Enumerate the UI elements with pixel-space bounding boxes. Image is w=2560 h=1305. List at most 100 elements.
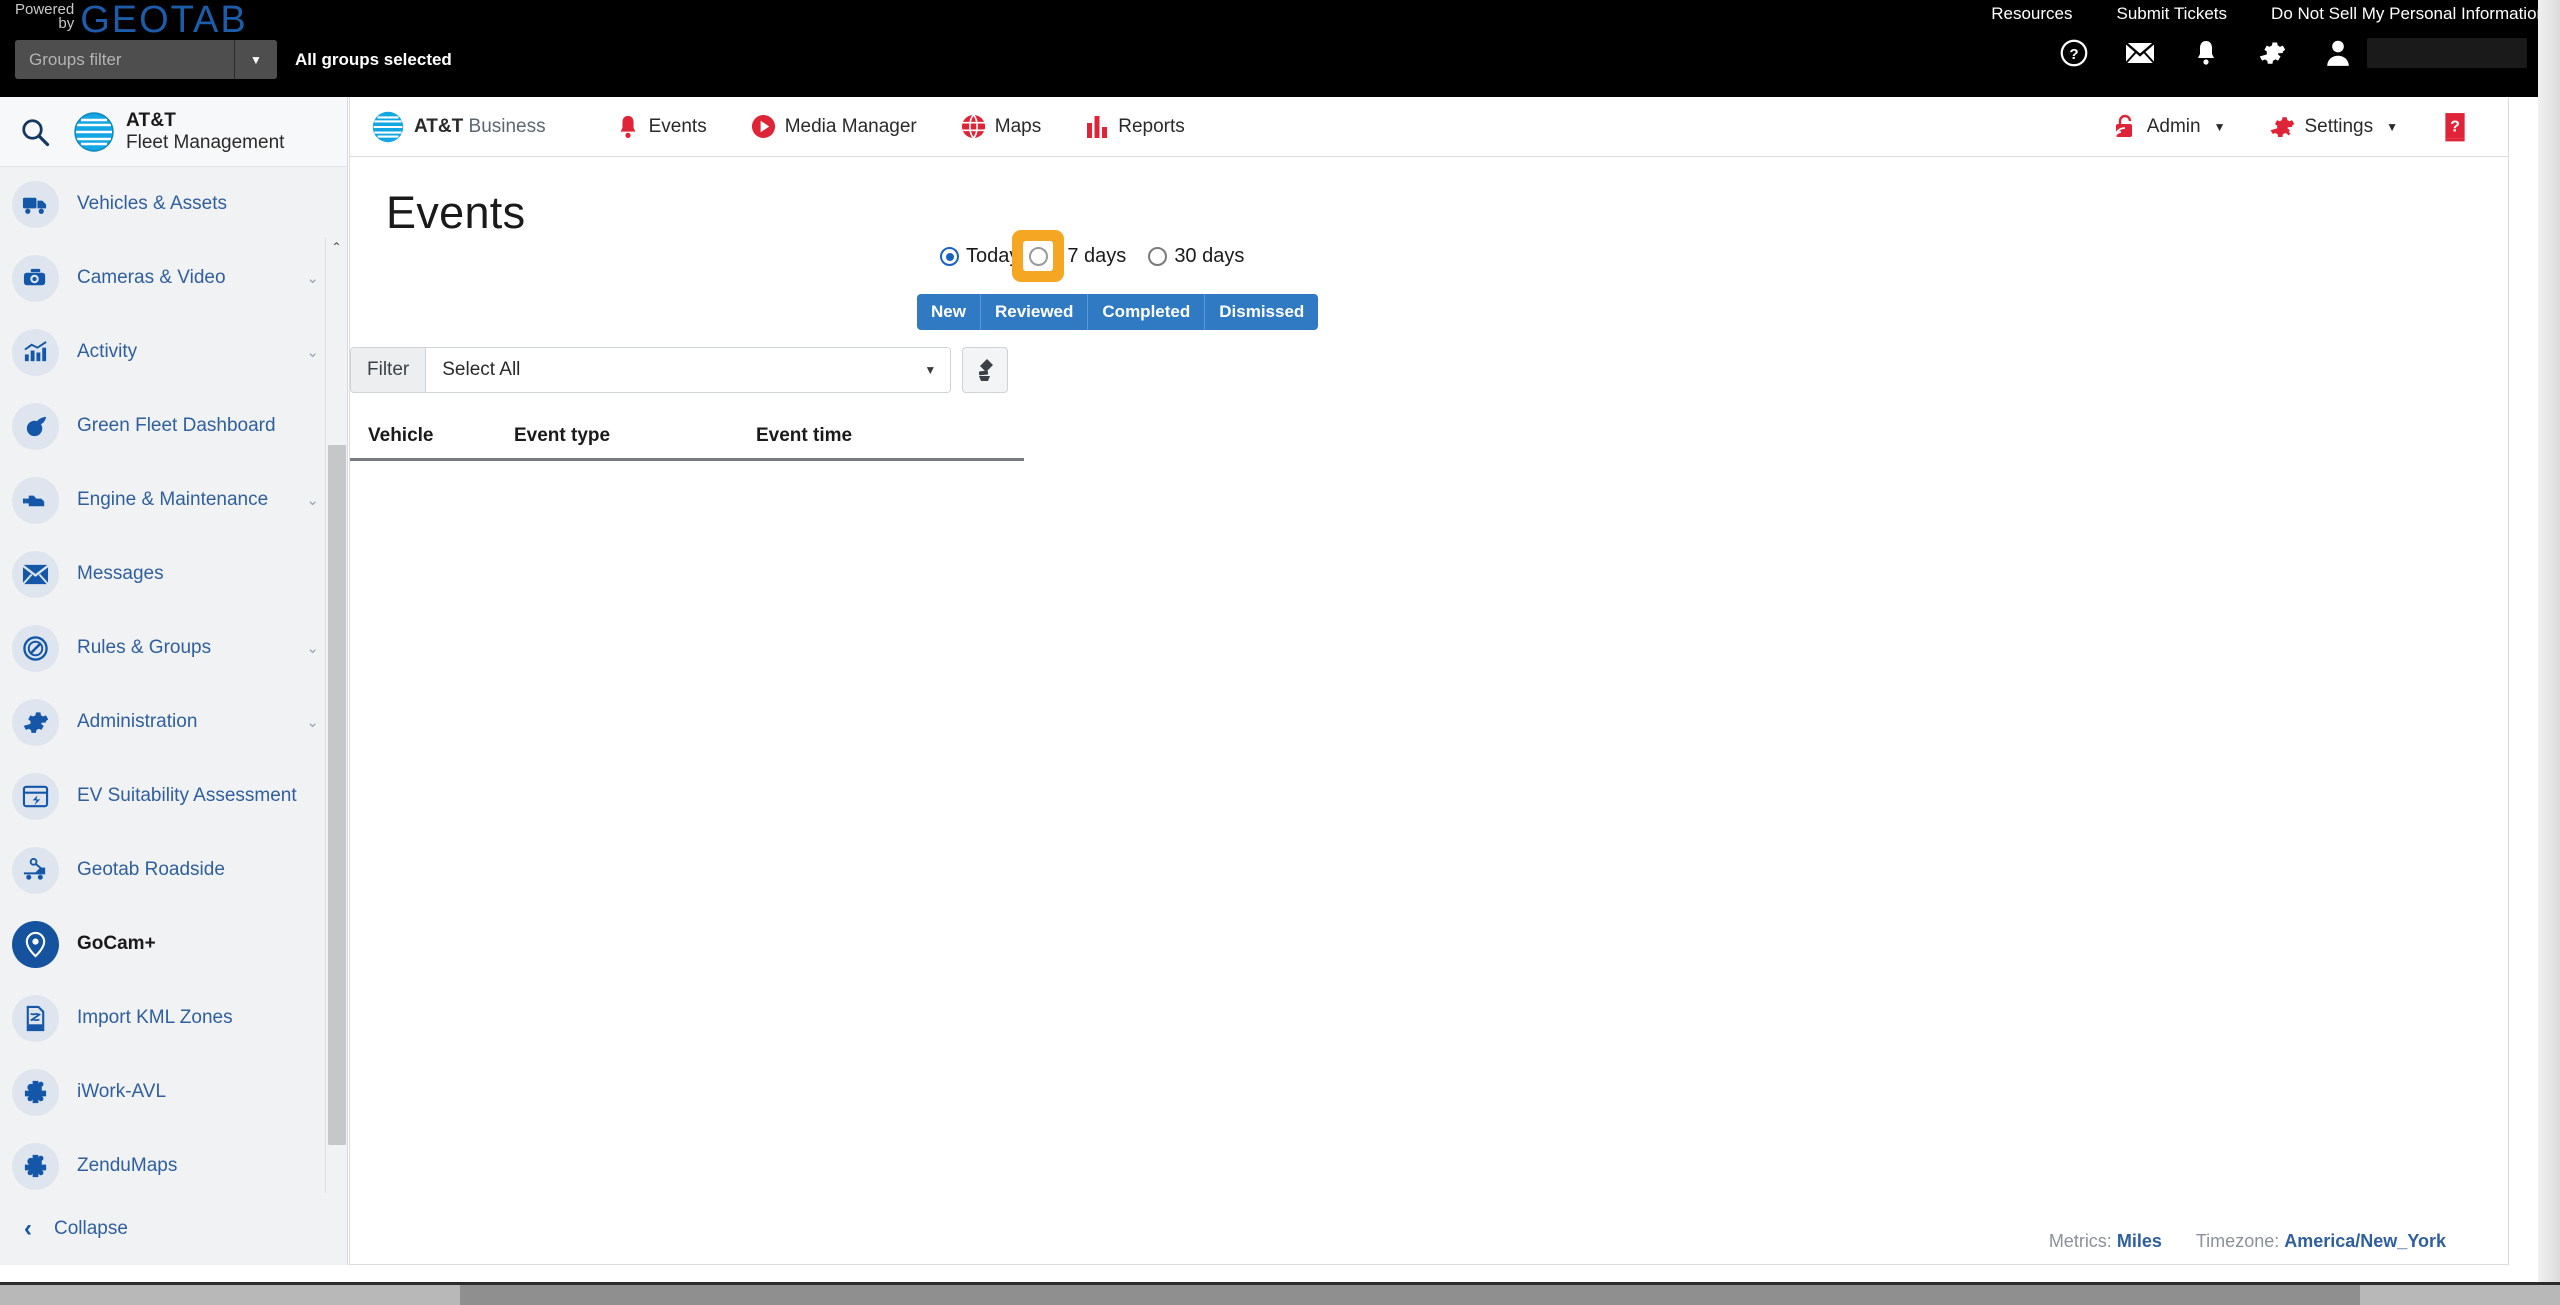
chevron-down-icon[interactable]: ▼ [2214, 120, 2226, 134]
radio-option-30-days[interactable]: 30 days [1148, 245, 1244, 268]
chevron-down-icon[interactable]: ⌄ [306, 343, 319, 361]
nav-tab-reports[interactable]: Reports [1063, 97, 1207, 156]
status-tab-new[interactable]: New [917, 294, 981, 330]
sidebar-item-geotab-roadside[interactable]: Geotab Roadside [0, 833, 347, 907]
groups-filter-caret-icon[interactable]: ▼ [235, 40, 277, 79]
global-top-bar: Powered by GEOTAB Resources Submit Ticke… [0, 0, 2560, 97]
mail-icon[interactable] [2125, 38, 2155, 68]
link-submit-tickets[interactable]: Submit Tickets [2117, 4, 2228, 24]
radio-today-input[interactable] [940, 247, 959, 266]
events-table-header-row: Vehicle Event type Event time [350, 425, 1024, 461]
window-vertical-scrollbar[interactable] [2538, 0, 2560, 1286]
nav-tab-maps[interactable]: Maps [939, 97, 1063, 156]
sidebar-item-green-fleet-dashboard[interactable]: Green Fleet Dashboard [0, 389, 347, 463]
puzzle-icon [12, 1068, 59, 1116]
filter-select-dropdown[interactable]: Select All ▼ [426, 348, 951, 392]
status-footer: Metrics: Miles Timezone: America/New_Yor… [350, 1218, 2508, 1264]
att-brand-line1: AT&T [126, 110, 177, 132]
nav-tab-media-manager[interactable]: Media Manager [729, 97, 939, 156]
chevron-down-icon[interactable]: ▼ [2386, 120, 2398, 134]
sidebar-item-ev-suitability-assessment[interactable]: EV Suitability Assessment [0, 759, 347, 833]
gear-icon[interactable] [2257, 38, 2287, 68]
sidebar-item-zendumaps[interactable]: ZenduMaps [0, 1129, 347, 1193]
sidebar-item-label: Administration [77, 711, 198, 732]
column-header-vehicle: Vehicle [368, 425, 434, 446]
footer-timezone-value[interactable]: America/New_York [2284, 1231, 2446, 1251]
sidebar-item-gocam-plus[interactable]: GoCam+ [0, 907, 347, 981]
sidebar-scroll-thumb[interactable] [328, 445, 346, 1145]
svg-text:?: ? [2450, 117, 2460, 135]
groups-filter-control[interactable]: Groups filter ▼ [15, 40, 277, 79]
status-tab-reviewed[interactable]: Reviewed [980, 294, 1089, 330]
user-account-name-redacted[interactable] [2367, 38, 2528, 68]
page-title: Events [386, 187, 526, 238]
sidebar-item-label: Import KML Zones [77, 1007, 233, 1028]
status-tab-completed[interactable]: Completed [1088, 294, 1206, 330]
sidebar-item-vehicles-assets[interactable]: Vehicles & Assets [0, 167, 347, 241]
chevron-down-icon[interactable]: ▼ [924, 363, 936, 377]
filter-row: Filter Select All ▼ [350, 347, 1009, 393]
nav-menu-label: Admin [2146, 115, 2201, 137]
sidebar-item-messages[interactable]: Messages [0, 537, 347, 611]
filter-selected-value: Select All [442, 359, 521, 380]
link-resources[interactable]: Resources [1991, 4, 2072, 24]
sidebar-item-iwork-avl[interactable]: iWork-AVL [0, 1055, 347, 1129]
column-header-event-time: Event time [756, 425, 853, 446]
nav-menu-settings[interactable]: Settings ▼ [2247, 114, 2420, 140]
chevron-down-icon[interactable]: ⌄ [306, 491, 319, 509]
events-content-area: Events Today 7 days 30 days New Reviewed… [350, 157, 2508, 1197]
sidebar-item-label: Rules & Groups [77, 637, 212, 658]
search-icon[interactable] [18, 115, 52, 149]
nav-tab-label: Reports [1118, 115, 1185, 137]
brush-clear-button[interactable] [962, 347, 1009, 393]
sidebar-scrollbar[interactable]: ⌃ ⌄ [325, 237, 347, 1193]
app-nav-right-group: Admin ▼ Settings ▼ ? [2090, 112, 2494, 142]
engine-icon [12, 476, 59, 524]
powered-by-line2: by [58, 15, 75, 32]
sidebar-item-administration[interactable]: Administration ⌄ [0, 685, 347, 759]
help-book-button[interactable]: ? [2420, 112, 2494, 142]
sidebar-item-label: Engine & Maintenance [77, 489, 269, 510]
events-table: Vehicle Event type Event time [350, 425, 1024, 481]
sidebar-header: AT&T Fleet Management [0, 97, 347, 167]
appnav-brand-bold: AT&T [414, 115, 464, 137]
status-tab-dismissed[interactable]: Dismissed [1205, 294, 1319, 330]
link-do-not-sell[interactable]: Do Not Sell My Personal Information [2271, 4, 2546, 24]
att-fleet-brand: AT&T Fleet Management [74, 110, 284, 153]
chart-icon [12, 328, 59, 376]
window-horizontal-scrollbar[interactable] [0, 1285, 2560, 1305]
svg-text:?: ? [2069, 46, 2078, 63]
scroll-up-arrow-icon[interactable]: ⌃ [326, 237, 347, 257]
bell-alert-icon [620, 115, 636, 138]
chevron-left-icon: ‹ [24, 1215, 32, 1242]
sidebar-collapse-button[interactable]: ‹ Collapse [0, 1193, 347, 1265]
chevron-down-icon[interactable]: ⌄ [306, 639, 319, 657]
nav-tab-label: Media Manager [784, 115, 917, 137]
status-filter-tabs: New Reviewed Completed Dismissed [917, 294, 1319, 330]
powered-by-text: Powered by [15, 0, 80, 31]
sidebar-nav-list: Vehicles & Assets Cameras & Video ⌄ Acti… [0, 167, 347, 1193]
sidebar-item-cameras-video[interactable]: Cameras & Video ⌄ [0, 241, 347, 315]
bell-icon[interactable] [2191, 38, 2221, 68]
nav-tab-events[interactable]: Events [594, 97, 729, 156]
sidebar-item-activity[interactable]: Activity ⌄ [0, 315, 347, 389]
envelope-icon [12, 550, 59, 598]
help-icon[interactable]: ? [2059, 38, 2089, 68]
nav-menu-admin[interactable]: Admin ▼ [2090, 114, 2248, 140]
radio-option-today[interactable]: Today [940, 245, 1019, 268]
sidebar-item-engine-maintenance[interactable]: Engine & Maintenance ⌄ [0, 463, 347, 537]
sidebar-item-import-kml-zones[interactable]: Import KML Zones [0, 981, 347, 1055]
radio-7days-highlighted[interactable] [1028, 246, 1048, 266]
footer-metrics-value[interactable]: Miles [2117, 1231, 2162, 1251]
sidebar-item-label: ZenduMaps [77, 1155, 178, 1176]
radio-30days-input[interactable] [1148, 247, 1168, 266]
sidebar-item-rules-groups[interactable]: Rules & Groups ⌄ [0, 611, 347, 685]
leaf-icon [12, 402, 59, 450]
groups-filter-input[interactable]: Groups filter [15, 40, 235, 79]
click-highlight-inner [1023, 241, 1053, 271]
horizontal-scroll-thumb[interactable] [460, 1285, 2360, 1305]
chevron-down-icon[interactable]: ⌄ [306, 713, 319, 731]
sidebar-item-label: Cameras & Video [77, 267, 226, 288]
chevron-down-icon[interactable]: ⌄ [306, 269, 319, 287]
user-icon[interactable] [2323, 38, 2353, 68]
